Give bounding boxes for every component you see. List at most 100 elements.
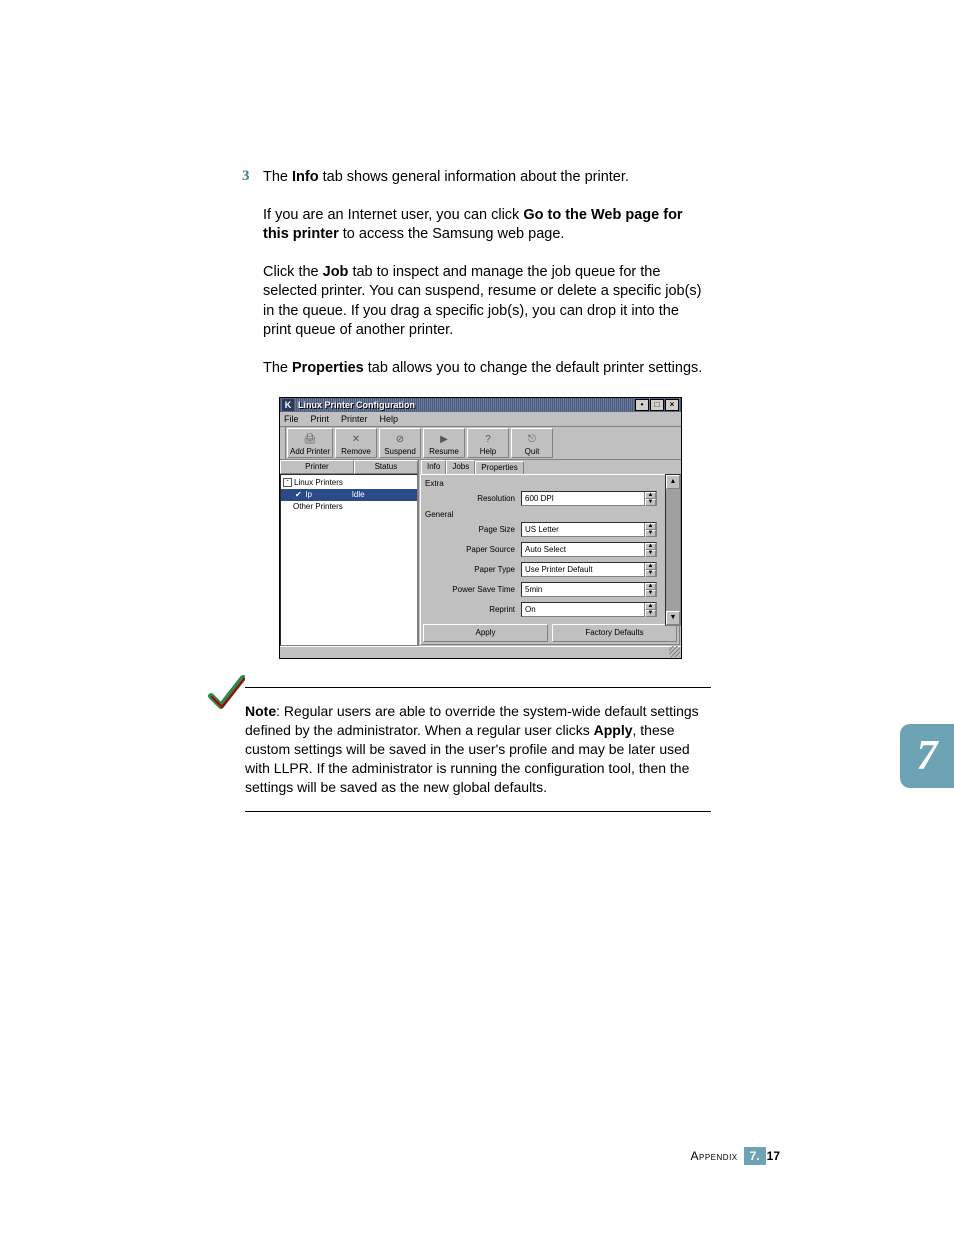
text: The bbox=[263, 169, 292, 185]
printer-icon: ✔ bbox=[295, 490, 302, 499]
toolbar-label: Add Printer bbox=[290, 447, 330, 456]
quit-icon: ⎋ bbox=[528, 433, 536, 447]
reprint-select[interactable]: On ▲▼ bbox=[521, 602, 657, 617]
apply-button[interactable]: Apply bbox=[423, 624, 548, 642]
menu-print[interactable]: Print bbox=[311, 414, 330, 424]
page-footer: Appendix 7.17 bbox=[691, 1147, 781, 1165]
text-bold: Info bbox=[292, 169, 319, 185]
divider bbox=[245, 811, 711, 812]
text: The bbox=[263, 360, 292, 376]
status-bar bbox=[280, 646, 681, 657]
column-printer[interactable]: Printer bbox=[280, 460, 354, 474]
maximize-button[interactable]: □ bbox=[650, 399, 664, 411]
toolbar-label: Remove bbox=[341, 447, 371, 456]
quit-button[interactable]: ⎋ Quit bbox=[511, 428, 553, 458]
resize-grip-icon[interactable] bbox=[669, 646, 680, 657]
field-page-size: Page Size US Letter ▲▼ bbox=[423, 521, 677, 539]
field-power-save: Power Save Time 5min ▲▼ bbox=[423, 581, 677, 599]
suspend-button[interactable]: ⊘ Suspend bbox=[379, 428, 421, 458]
checkmark-icon bbox=[205, 674, 245, 714]
close-button[interactable]: × bbox=[665, 399, 679, 411]
chapter-tab: 7 bbox=[900, 724, 954, 788]
add-printer-button[interactable]: 🖨 Add Printer bbox=[287, 428, 333, 458]
select-value: 5min bbox=[525, 585, 542, 594]
field-label: Reprint bbox=[423, 605, 521, 614]
app-icon: K bbox=[282, 399, 294, 411]
remove-icon: ✕ bbox=[352, 433, 360, 447]
field-label: Paper Type bbox=[423, 565, 521, 574]
select-value: Use Printer Default bbox=[525, 565, 593, 574]
page-chapter: 7. bbox=[744, 1147, 766, 1165]
tree-status: Idle bbox=[352, 490, 365, 499]
spin-icon[interactable]: ▲▼ bbox=[644, 543, 656, 556]
footer-section: Appendix bbox=[691, 1149, 738, 1163]
power-save-select[interactable]: 5min ▲▼ bbox=[521, 582, 657, 597]
tab-bar: Info Jobs Properties bbox=[419, 460, 681, 474]
title-bar[interactable]: K Linux Printer Configuration • □ × bbox=[280, 398, 681, 412]
text: tab allows you to change the default pri… bbox=[364, 360, 703, 376]
tab-info[interactable]: Info bbox=[421, 460, 446, 474]
tree-label: Linux Printers bbox=[294, 478, 343, 487]
tree-other[interactable]: Other Printers bbox=[281, 501, 417, 513]
field-label: Resolution bbox=[423, 494, 521, 503]
minimize-button[interactable]: • bbox=[635, 399, 649, 411]
menu-file[interactable]: File bbox=[284, 414, 299, 424]
text: Click the bbox=[263, 264, 323, 280]
help-button[interactable]: ? Help bbox=[467, 428, 509, 458]
text-bold: Job bbox=[323, 264, 349, 280]
field-paper-type: Paper Type Use Printer Default ▲▼ bbox=[423, 561, 677, 579]
resolution-select[interactable]: 600 DPI ▲▼ bbox=[521, 491, 657, 506]
factory-defaults-button[interactable]: Factory Defaults bbox=[552, 624, 677, 642]
field-resolution: Resolution 600 DPI ▲▼ bbox=[423, 490, 677, 508]
tree-root[interactable]: - Linux Printers bbox=[281, 477, 417, 489]
help-icon: ? bbox=[485, 433, 491, 447]
toolbar-label: Quit bbox=[525, 447, 540, 456]
printer-tree[interactable]: - Linux Printers ✔ lp Idle Other Printer… bbox=[280, 474, 418, 646]
printer-tree-pane: Printer Status - Linux Printers ✔ lp Idl… bbox=[280, 460, 418, 646]
tree-label: lp bbox=[306, 490, 352, 499]
field-reprint: Reprint On ▲▼ bbox=[423, 601, 677, 619]
group-general: General bbox=[425, 510, 677, 519]
spin-icon[interactable]: ▲▼ bbox=[644, 583, 656, 596]
select-value: 600 DPI bbox=[525, 494, 554, 503]
tab-properties[interactable]: Properties bbox=[475, 461, 523, 475]
field-label: Power Save Time bbox=[423, 585, 521, 594]
paper-source-select[interactable]: Auto Select ▲▼ bbox=[521, 542, 657, 557]
scrollbar[interactable]: ▲ ▼ bbox=[665, 474, 681, 626]
paragraph-web-link: If you are an Internet user, you can cli… bbox=[263, 206, 707, 245]
scroll-down-icon[interactable]: ▼ bbox=[666, 611, 680, 625]
spin-icon[interactable]: ▲▼ bbox=[644, 563, 656, 576]
spin-icon[interactable]: ▲▼ bbox=[644, 492, 656, 505]
properties-pane: Info Jobs Properties Extra Resolution 60… bbox=[418, 460, 681, 646]
column-status[interactable]: Status bbox=[354, 460, 418, 474]
spin-icon[interactable]: ▲▼ bbox=[644, 523, 656, 536]
tree-label: Other Printers bbox=[293, 502, 343, 511]
spin-icon[interactable]: ▲▼ bbox=[644, 603, 656, 616]
page-size-select[interactable]: US Letter ▲▼ bbox=[521, 522, 657, 537]
linux-printer-config-window: K Linux Printer Configuration • □ × File… bbox=[279, 397, 682, 659]
divider bbox=[245, 687, 711, 688]
menu-help[interactable]: Help bbox=[380, 414, 399, 424]
tab-jobs[interactable]: Jobs bbox=[446, 460, 475, 474]
toolbar-label: Resume bbox=[429, 447, 459, 456]
text: to access the Samsung web page. bbox=[339, 226, 565, 242]
select-value: Auto Select bbox=[525, 545, 566, 554]
toolbar: 🖨 Add Printer ✕ Remove ⊘ Suspend ▶ Resum… bbox=[280, 427, 681, 460]
resume-button[interactable]: ▶ Resume bbox=[423, 428, 465, 458]
chapter-number: 7 bbox=[917, 732, 938, 780]
scroll-track[interactable] bbox=[666, 489, 680, 611]
paper-type-select[interactable]: Use Printer Default ▲▼ bbox=[521, 562, 657, 577]
tab-content: Extra Resolution 600 DPI ▲▼ General Page… bbox=[420, 474, 680, 645]
text-bold: Properties bbox=[292, 360, 364, 376]
scroll-up-icon[interactable]: ▲ bbox=[666, 475, 680, 489]
collapse-icon[interactable]: - bbox=[283, 478, 292, 487]
tree-item-selected[interactable]: ✔ lp Idle bbox=[281, 489, 417, 501]
body-content: The Info tab shows general information a… bbox=[263, 168, 707, 689]
remove-button[interactable]: ✕ Remove bbox=[335, 428, 377, 458]
text: tab shows general information about the … bbox=[319, 169, 629, 185]
menu-bar: File Print Printer Help bbox=[280, 412, 681, 427]
text-bold: Apply bbox=[594, 722, 633, 738]
window-title: Linux Printer Configuration bbox=[298, 400, 634, 410]
menu-printer[interactable]: Printer bbox=[341, 414, 368, 424]
note-text: Note: Regular users are able to override… bbox=[245, 702, 711, 796]
